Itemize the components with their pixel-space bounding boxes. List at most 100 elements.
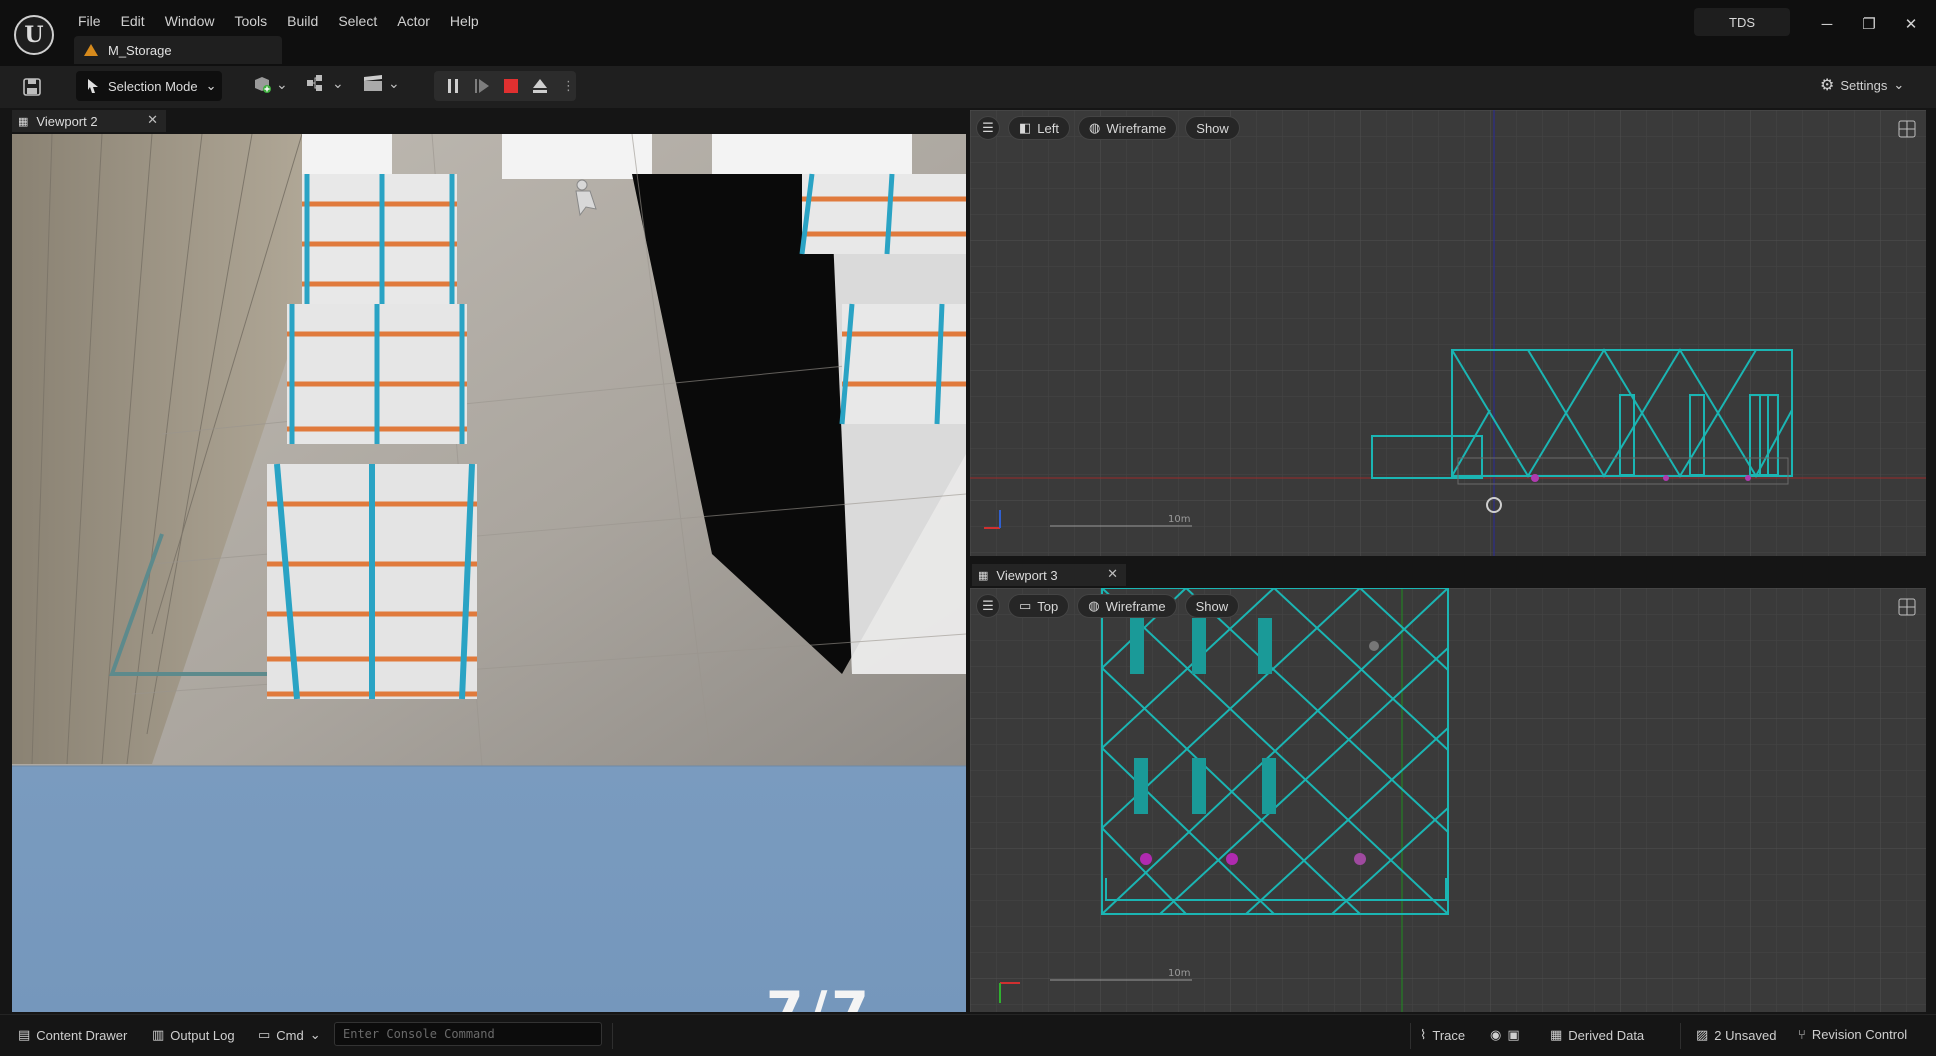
hamburger-menu-icon[interactable]: ☰ — [976, 594, 1000, 618]
add-actor-icon — [255, 77, 271, 93]
render-mode-button[interactable]: ◍ Wireframe — [1077, 116, 1178, 140]
record-icons[interactable]: ◉ ▣ — [1490, 1027, 1520, 1043]
content-drawer-label: Content Drawer — [36, 1027, 128, 1043]
divider — [612, 1023, 613, 1049]
wireframe-icon: ◍ — [1088, 598, 1100, 613]
chevron-down-icon: ⌄ — [332, 74, 344, 91]
menu-bar: File Edit Window Tools Build Select Actor Help — [68, 10, 489, 32]
settings-label: Settings — [1840, 77, 1888, 93]
frame-skip-icon[interactable] — [474, 78, 490, 94]
output-log-button[interactable]: ▥ Output Log — [152, 1027, 235, 1043]
trace-button[interactable]: ⌇ Trace — [1420, 1027, 1465, 1043]
scale-label: 10m — [1168, 514, 1190, 525]
revision-control-icon: ⑂ — [1798, 1027, 1806, 1042]
unsaved-button[interactable]: ▨ 2 Unsaved — [1696, 1027, 1776, 1043]
tab-viewport-2-label: Viewport 2 — [36, 113, 98, 129]
viewport-toolbar: ☰ ◧ Left ◍ Wireframe Show — [976, 116, 1240, 140]
output-log-label: Output Log — [170, 1027, 235, 1043]
chevron-down-icon: ⌄ — [276, 75, 288, 92]
menu-item-actor[interactable]: Actor — [387, 10, 440, 32]
divider — [1410, 1023, 1411, 1049]
close-button[interactable]: ✕ — [1890, 6, 1932, 42]
cursor-icon — [88, 79, 98, 93]
menu-item-build[interactable]: Build — [277, 10, 328, 32]
console-input[interactable]: Enter Console Command — [334, 1022, 602, 1046]
minimize-button[interactable]: ─ — [1806, 6, 1848, 42]
screenshot-icon: ▣ — [1507, 1027, 1520, 1042]
content-drawer-button[interactable]: ▤ Content Drawer — [18, 1027, 127, 1043]
gear-icon: ⚙ — [1820, 77, 1835, 94]
unsaved-icon: ▨ — [1696, 1027, 1709, 1042]
wireframe-top: 10m — [970, 588, 1926, 1012]
ortho-left-icon: ◧ — [1019, 120, 1032, 135]
settings-dropdown[interactable]: ⚙ Settings ⌄ — [1820, 75, 1904, 95]
warehouse-scene — [12, 134, 966, 1012]
blueprint-dropdown[interactable]: ⌄ — [306, 74, 344, 92]
revision-control-label: Revision Control — [1811, 1027, 1908, 1042]
hamburger-menu-icon[interactable]: ☰ — [976, 116, 1000, 140]
level-counter: 7/7 — [766, 980, 873, 1012]
project-badge[interactable]: TDS — [1694, 8, 1790, 36]
render-mode-label: Wireframe — [1106, 120, 1167, 136]
restore-button[interactable]: ❐ — [1848, 6, 1890, 42]
menu-item-select[interactable]: Select — [328, 10, 387, 32]
view-type-button[interactable]: ◧ Left — [1008, 116, 1070, 140]
menu-item-window[interactable]: Window — [155, 10, 225, 32]
ortho-top-icon: ▭ — [1019, 598, 1032, 613]
tab-viewport-3[interactable]: ▦ Viewport 3 ✕ — [972, 564, 1126, 586]
view-type-button[interactable]: ▭ Top — [1008, 594, 1070, 618]
pause-icon[interactable] — [446, 78, 460, 94]
chevron-down-icon: ⌄ — [388, 74, 400, 91]
show-label: Show — [1195, 598, 1229, 614]
viewport-layout-icon: ▦ — [978, 569, 989, 582]
perspective-viewport[interactable]: 7/7 — [12, 134, 966, 1012]
stop-icon[interactable] — [504, 79, 518, 93]
output-log-icon: ▥ — [152, 1027, 165, 1042]
show-button[interactable]: Show — [1185, 116, 1240, 140]
trace-label: Trace — [1432, 1027, 1466, 1043]
tab-viewport-3-label: Viewport 3 — [996, 567, 1058, 583]
unreal-logo-icon[interactable]: U — [14, 15, 54, 55]
menu-item-edit[interactable]: Edit — [111, 10, 155, 32]
main-toolbar: Selection Mode ⌄ ⌄ ⌄ ⌄ ⋮ ⚙ Settings ⌄ — [0, 66, 1936, 108]
chevron-down-icon: ⌄ — [309, 1027, 321, 1042]
derived-data-icon: ▦ — [1550, 1027, 1563, 1042]
show-label: Show — [1196, 120, 1229, 136]
render-mode-label: Wireframe — [1105, 598, 1166, 614]
record-icon: ◉ — [1490, 1027, 1502, 1042]
save-icon[interactable] — [22, 77, 42, 97]
selection-mode-label: Selection Mode — [108, 78, 198, 94]
selection-mode-dropdown[interactable]: Selection Mode ⌄ — [76, 71, 222, 101]
menu-item-file[interactable]: File — [68, 10, 111, 32]
show-button[interactable]: Show — [1184, 594, 1240, 618]
derived-data-button[interactable]: ▦ Derived Data — [1550, 1027, 1644, 1043]
view-type-label: Left — [1037, 120, 1059, 136]
blueprint-icon — [307, 75, 322, 91]
level-icon — [84, 44, 98, 56]
render-mode-button[interactable]: ◍ Wireframe — [1077, 594, 1177, 618]
terminal-icon: ▭ — [258, 1027, 271, 1042]
document-tab[interactable]: M_Storage — [74, 36, 282, 64]
eject-icon[interactable] — [532, 78, 548, 94]
more-options-icon[interactable]: ⋮ — [562, 78, 575, 94]
status-bar: ▤ Content Drawer ▥ Output Log ▭ Cmd ⌄ En… — [0, 1014, 1936, 1056]
tab-viewport-2[interactable]: ▦ Viewport 2 ✕ — [12, 110, 166, 132]
revision-control-button[interactable]: ⑂ Revision Control — [1798, 1027, 1907, 1042]
maximize-viewport-icon[interactable] — [1898, 120, 1916, 138]
close-icon[interactable]: ✕ — [147, 112, 158, 128]
trace-icon: ⌇ — [1420, 1027, 1427, 1042]
top-ortho-viewport[interactable]: 10m ☰ ▭ Top ◍ Wireframe Show — [970, 588, 1926, 1012]
cinematics-dropdown[interactable]: ⌄ — [362, 74, 400, 92]
cmd-label: Cmd — [276, 1027, 304, 1043]
maximize-viewport-icon[interactable] — [1898, 598, 1916, 616]
left-ortho-viewport[interactable]: 10m ☰ ◧ Left ◍ Wireframe Show — [970, 110, 1926, 556]
add-actor-dropdown[interactable]: ⌄ — [252, 74, 288, 94]
view-type-label: Top — [1037, 598, 1059, 614]
menu-item-help[interactable]: Help — [440, 10, 489, 32]
chevron-down-icon: ⌄ — [1893, 77, 1905, 92]
cmd-dropdown[interactable]: ▭ Cmd ⌄ — [258, 1027, 321, 1043]
menu-item-tools[interactable]: Tools — [224, 10, 277, 32]
close-icon[interactable]: ✕ — [1107, 566, 1118, 582]
chevron-down-icon: ⌄ — [205, 78, 217, 93]
content-drawer-icon: ▤ — [18, 1027, 31, 1042]
